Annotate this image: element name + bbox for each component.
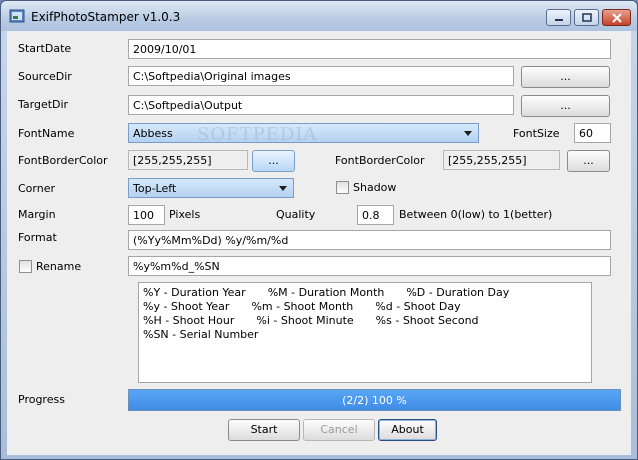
- chevron-down-icon: [279, 186, 287, 191]
- maximize-button[interactable]: [574, 9, 599, 26]
- progress-bar: (2/2) 100 %: [128, 389, 621, 411]
- start-date-label: StartDate: [18, 42, 72, 55]
- target-dir-browse-button[interactable]: ...: [521, 95, 610, 117]
- format-help-textarea[interactable]: %Y - Duration Year %M - Duration Month %…: [138, 282, 592, 383]
- rename-field[interactable]: %y%m%d_%SN: [128, 256, 611, 276]
- font-border-color-field-2: [255,255,255]: [443, 150, 560, 170]
- corner-label: Corner: [18, 182, 56, 195]
- source-dir-label: SourceDir: [18, 70, 72, 83]
- minimize-button[interactable]: [546, 9, 571, 26]
- start-button[interactable]: Start: [228, 419, 300, 441]
- window-title: ExifPhotoStamper v1.0.3: [31, 10, 181, 24]
- shadow-label: Shadow: [353, 181, 397, 194]
- help-item: %s - Shoot Second: [375, 314, 479, 327]
- help-item: %H - Shoot Hour: [143, 314, 235, 327]
- title-bar[interactable]: ExifPhotoStamper v1.0.3: [1, 1, 637, 31]
- font-name-value: Abbess: [133, 127, 173, 140]
- target-dir-label: TargetDir: [18, 98, 69, 111]
- help-item: %M - Duration Month: [267, 286, 385, 299]
- font-size-field[interactable]: 60: [574, 123, 611, 143]
- margin-unit-label: Pixels: [169, 208, 201, 221]
- help-item: %y - Shoot Year: [143, 300, 230, 313]
- margin-field[interactable]: 100: [128, 205, 165, 225]
- format-label: Format: [18, 231, 57, 244]
- margin-label: Margin: [18, 208, 56, 221]
- close-button[interactable]: [602, 9, 631, 26]
- help-row: %Y - Duration Year %M - Duration Month %…: [143, 286, 587, 300]
- app-icon: [9, 9, 25, 23]
- format-field[interactable]: (%Yy%Mm%Dd) %y/%m/%d: [128, 230, 611, 250]
- progress-text: (2/2) 100 %: [342, 394, 407, 407]
- minimize-icon: [554, 18, 563, 21]
- font-border-color-button-1[interactable]: ...: [252, 150, 295, 172]
- font-border-color-label-2: FontBorderColor: [335, 154, 425, 167]
- font-border-color-label-1: FontBorderColor: [18, 154, 108, 167]
- help-row: %H - Shoot Hour %i - Shoot Minute %s - S…: [143, 314, 587, 328]
- help-item: %D - Duration Day: [406, 286, 510, 299]
- help-row: %y - Shoot Year %m - Shoot Month %d - Sh…: [143, 300, 587, 314]
- help-item: %d - Shoot Day: [375, 300, 461, 313]
- app-window: ExifPhotoStamper v1.0.3 StartDate 2009/1…: [0, 0, 638, 460]
- rename-checkbox[interactable]: [19, 260, 32, 273]
- font-name-dropdown[interactable]: Abbess: [128, 123, 479, 143]
- quality-field[interactable]: 0.8: [357, 205, 394, 225]
- progress-label: Progress: [18, 393, 65, 406]
- font-name-label: FontName: [18, 127, 75, 140]
- source-dir-field[interactable]: C:\Softpedia\Original images: [128, 66, 514, 86]
- close-icon: [611, 12, 622, 23]
- font-border-color-button-2[interactable]: ...: [567, 150, 610, 172]
- target-dir-field[interactable]: C:\Softpedia\Output: [128, 95, 514, 115]
- help-row: %SN - Serial Number: [143, 328, 587, 342]
- quality-label: Quality: [276, 208, 316, 221]
- cancel-button[interactable]: Cancel: [303, 419, 375, 441]
- start-date-field[interactable]: 2009/10/01: [128, 39, 611, 59]
- rename-label: Rename: [36, 260, 82, 273]
- corner-value: Top-Left: [133, 182, 177, 195]
- chevron-down-icon: [464, 131, 472, 136]
- maximize-icon: [581, 13, 592, 22]
- font-border-color-field-1: [255,255,255]: [128, 150, 248, 170]
- help-item: %SN - Serial Number: [143, 328, 259, 341]
- main-panel: StartDate 2009/10/01 SourceDir C:\Softpe…: [7, 31, 631, 455]
- about-button[interactable]: About: [378, 419, 437, 441]
- help-item: %i - Shoot Minute: [256, 314, 354, 327]
- quality-hint: Between 0(low) to 1(better): [399, 208, 553, 221]
- shadow-checkbox[interactable]: [336, 181, 349, 194]
- corner-dropdown[interactable]: Top-Left: [128, 178, 294, 198]
- help-item: %Y - Duration Year: [143, 286, 246, 299]
- source-dir-browse-button[interactable]: ...: [521, 66, 610, 88]
- help-item: %m - Shoot Month: [251, 300, 354, 313]
- font-size-label: FontSize: [513, 127, 560, 140]
